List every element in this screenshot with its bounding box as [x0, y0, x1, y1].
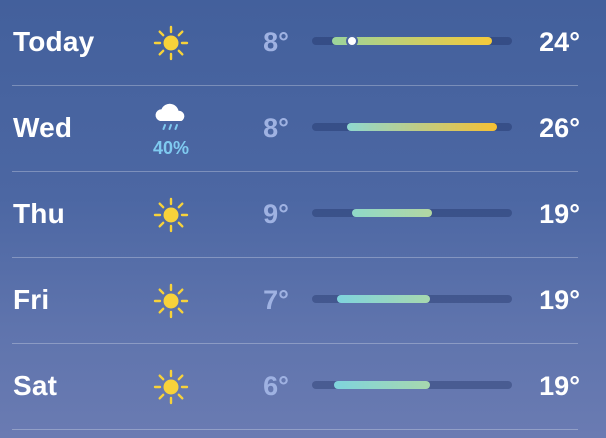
- temp-range-bar: [334, 381, 430, 389]
- temp-range-bar: [337, 295, 430, 303]
- temp-range-bar: [352, 209, 432, 217]
- forecast-row-thu[interactable]: Thu 9° 19°: [0, 172, 606, 258]
- low-temp: 9°: [263, 199, 289, 229]
- row-divider: [12, 429, 578, 430]
- high-temp: 19°: [539, 285, 580, 315]
- low-temp: 8°: [263, 27, 289, 57]
- low-temp: 6°: [263, 371, 289, 401]
- sun-icon: [150, 280, 192, 322]
- low-temp: 7°: [263, 285, 289, 315]
- forecast-row-today[interactable]: Today 8° 24°: [0, 0, 606, 86]
- high-temp: 26°: [539, 113, 580, 143]
- day-label: Fri: [13, 284, 50, 315]
- day-label: Sat: [13, 370, 58, 401]
- precip-chance: 40%: [152, 138, 190, 158]
- day-label: Wed: [13, 112, 73, 143]
- sun-icon: [150, 22, 192, 64]
- daily-forecast-list: Today 8° 24° Wed 40% 8° 26° Thu 9° 19° F…: [0, 0, 606, 438]
- sun-icon: [150, 366, 192, 408]
- temp-range-track: [312, 209, 512, 217]
- temp-range-track: [312, 381, 512, 389]
- forecast-row-sat[interactable]: Sat 6° 19°: [0, 344, 606, 430]
- temp-range-track: [312, 123, 512, 131]
- cloud-rain-icon: [150, 96, 192, 138]
- temp-range-track: [312, 35, 512, 47]
- forecast-row-fri[interactable]: Fri 7° 19°: [0, 258, 606, 344]
- sun-icon: [150, 194, 192, 236]
- day-label: Thu: [13, 198, 65, 229]
- temp-range-track: [312, 295, 512, 303]
- high-temp: 19°: [539, 199, 580, 229]
- day-label: Today: [13, 26, 95, 57]
- temp-range-bar: [347, 123, 497, 131]
- low-temp: 8°: [263, 113, 289, 143]
- high-temp: 19°: [539, 371, 580, 401]
- current-temp-dot: [346, 35, 358, 47]
- forecast-row-wed[interactable]: Wed 40% 8° 26°: [0, 86, 606, 172]
- high-temp: 24°: [539, 27, 580, 57]
